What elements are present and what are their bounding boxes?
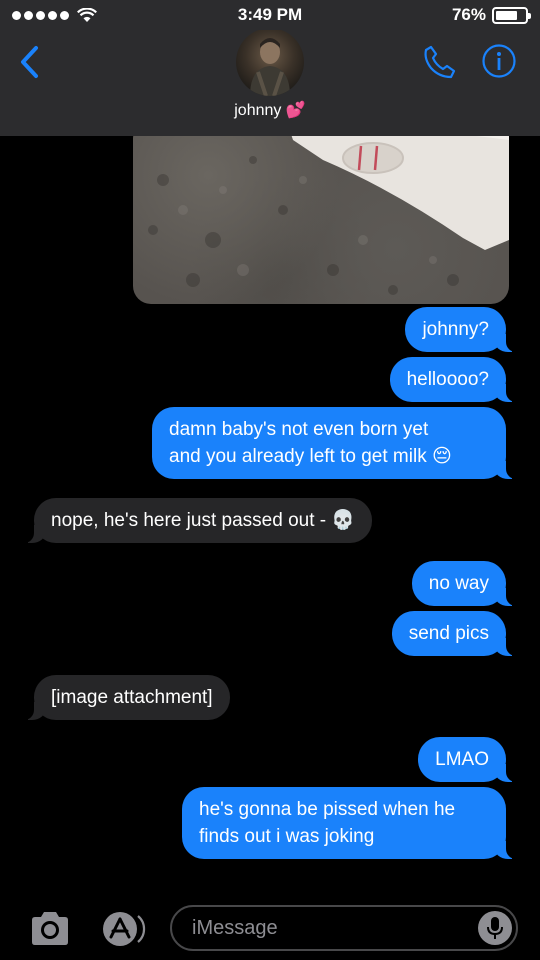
chevron-left-icon: [21, 46, 38, 78]
message-input-placeholder: iMessage: [192, 916, 278, 939]
pensive-face-emoji: 😔: [431, 445, 452, 467]
message-text: send pics: [408, 623, 489, 644]
app-store-icon: [103, 912, 146, 946]
app-store-button[interactable]: [98, 910, 146, 948]
back-button[interactable]: [18, 44, 48, 80]
contact-avatar[interactable]: [236, 28, 304, 96]
message-sent[interactable]: no way: [411, 561, 519, 606]
message-received[interactable]: nope, he's here just passed out - 💀: [21, 498, 373, 543]
message-sent[interactable]: damn baby's not even born yet and you al…: [152, 407, 518, 479]
info-button[interactable]: [482, 44, 516, 78]
conversation-header: johnny 💕: [0, 28, 540, 136]
message-sent[interactable]: he's gonna be pissed when he finds out i…: [182, 787, 518, 859]
message-text: [image attachment]: [51, 687, 213, 708]
message-text: nope, he's here just passed out -: [51, 510, 327, 531]
contact-name-text: johnny: [234, 102, 282, 119]
microphone-icon: [487, 917, 503, 939]
message-sent[interactable]: johnny?: [405, 307, 518, 352]
microphone-button[interactable]: [478, 911, 512, 945]
message-sent[interactable]: helloooo?: [389, 357, 519, 402]
camera-icon: [32, 912, 68, 945]
contact-name-emoji: 💕: [285, 100, 306, 119]
message-text: helloooo?: [406, 369, 489, 390]
signal-area: [12, 7, 97, 23]
phone-icon: [424, 45, 456, 79]
message-sent[interactable]: LMAO: [418, 737, 518, 782]
message-text: LMAO: [435, 749, 489, 770]
message-text: no way: [428, 573, 489, 594]
wifi-icon: [77, 7, 97, 22]
battery-icon: [492, 6, 531, 24]
compose-bar: iMessage: [0, 900, 540, 960]
signal-strength-icon: [12, 10, 69, 20]
message-input[interactable]: iMessage: [170, 905, 518, 951]
message-text-line: damn baby's not even born yet: [169, 419, 429, 440]
contact-name[interactable]: johnny 💕: [0, 100, 540, 120]
message-text-line: and you already left to get milk: [169, 446, 427, 467]
call-button[interactable]: [422, 44, 458, 80]
info-icon: [482, 44, 516, 78]
camera-button[interactable]: [28, 908, 72, 948]
skull-emoji: 💀: [331, 509, 356, 531]
message-text-line: he's gonna be pissed when he: [199, 799, 456, 820]
battery-percent: 76%: [451, 5, 486, 24]
message-sent[interactable]: send pics: [391, 611, 519, 656]
message-received[interactable]: [image attachment]: [22, 675, 230, 720]
message-text-line: finds out i was joking: [199, 826, 375, 847]
status-bar: 3:49 PM 76%: [0, 0, 540, 30]
message-text: johnny?: [422, 319, 489, 340]
photo-message[interactable]: [133, 120, 509, 304]
